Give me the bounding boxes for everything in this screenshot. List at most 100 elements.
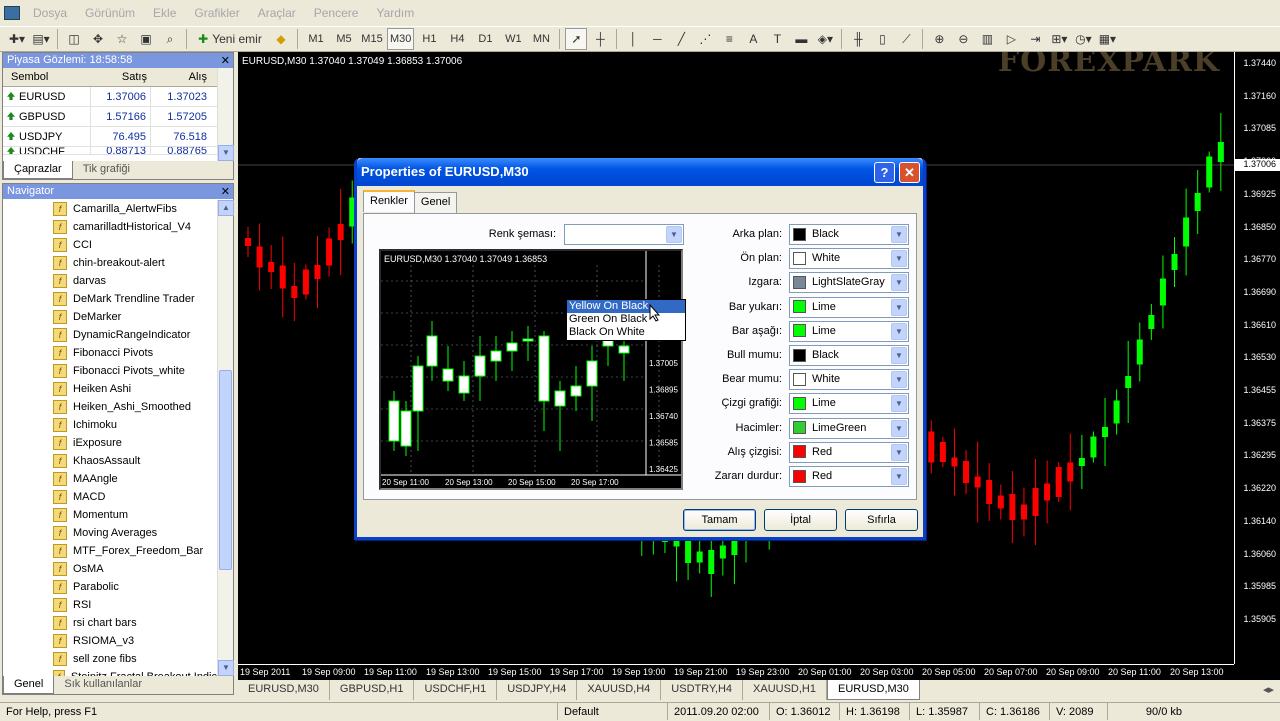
table-row[interactable]: USDJPY 76.495 76.518 xyxy=(3,127,233,147)
chart-tab[interactable]: EURUSD,M30 xyxy=(238,680,330,700)
navigator-item[interactable]: f Ichimoku xyxy=(3,416,217,434)
tf-mn[interactable]: MN xyxy=(528,28,554,50)
navigator-item[interactable]: f chin-breakout-alert xyxy=(3,254,217,272)
chevron-down-icon[interactable]: ▼ xyxy=(891,371,907,389)
chevron-down-icon[interactable]: ▼ xyxy=(891,298,907,316)
navigator-item[interactable]: f rsi chart bars xyxy=(3,614,217,632)
line-chart-icon[interactable]: ⟋ xyxy=(895,28,917,50)
col-ask[interactable]: Alış xyxy=(151,68,211,86)
dialog-title-bar[interactable]: Properties of EURUSD,M30 ? ✕ xyxy=(357,158,923,186)
navigator-close-icon[interactable]: ✕ xyxy=(221,185,230,198)
tf-d1[interactable]: D1 xyxy=(472,28,498,50)
chart-tab[interactable]: GBPUSD,H1 xyxy=(330,680,415,700)
menu-view[interactable]: Görünüm xyxy=(76,6,144,20)
color-select[interactable]: Lime ▼ xyxy=(789,320,909,342)
chevron-down-icon[interactable]: ▼ xyxy=(891,468,907,485)
zoom-in-icon[interactable]: ⊕ xyxy=(928,28,950,50)
market-watch-icon[interactable]: ◫ xyxy=(63,28,85,50)
chevron-down-icon[interactable]: ▼ xyxy=(891,226,907,243)
tab-common[interactable]: Genel xyxy=(413,192,458,214)
cancel-button[interactable]: İptal xyxy=(764,509,837,531)
color-select[interactable]: Black ▼ xyxy=(789,345,909,366)
close-icon[interactable]: ✕ xyxy=(899,162,920,183)
shapes-icon[interactable]: ◈▾ xyxy=(814,28,836,50)
table-row[interactable]: USDCHF 0.88713 0.88765 xyxy=(3,147,233,155)
navigator-item[interactable]: f camarilladtHistorical_V4 xyxy=(3,218,217,236)
navigator-item[interactable]: f MACD xyxy=(3,488,217,506)
terminal-icon[interactable]: ▣ xyxy=(135,28,157,50)
tile-windows-icon[interactable]: ▥ xyxy=(976,28,998,50)
tab-tick-chart[interactable]: Tik grafiği xyxy=(73,161,140,179)
col-bid[interactable]: Satış xyxy=(91,68,151,86)
table-row[interactable]: GBPUSD 1.57166 1.57205 xyxy=(3,107,233,127)
color-select[interactable]: LightSlateGray ▼ xyxy=(789,272,909,294)
new-order-button[interactable]: ✚ Yeni emir xyxy=(192,28,268,50)
navigator-item[interactable]: f Heiken_Ashi_Smoothed xyxy=(3,398,217,416)
tf-m15[interactable]: M15 xyxy=(359,28,385,50)
chevron-down-icon[interactable]: ▼ xyxy=(666,226,682,243)
option-yellow-on-black[interactable]: Yellow On Black xyxy=(567,300,685,313)
data-window-icon[interactable]: ✥ xyxy=(87,28,109,50)
scroll-down-icon[interactable]: ▼ xyxy=(218,145,234,161)
auto-scroll-icon[interactable]: ▷ xyxy=(1000,28,1022,50)
market-watch-scrollbar[interactable]: ▼ xyxy=(217,68,234,161)
candle-chart-icon[interactable]: ▯ xyxy=(871,28,893,50)
periods-icon[interactable]: ◷▾ xyxy=(1072,28,1094,50)
navigator-item[interactable]: f darvas xyxy=(3,272,217,290)
templates-icon[interactable]: ▦▾ xyxy=(1096,28,1118,50)
channel-icon[interactable]: ⋰ xyxy=(694,28,716,50)
table-row[interactable]: EURUSD 1.37006 1.37023 xyxy=(3,87,233,107)
menu-help[interactable]: Yardım xyxy=(367,6,423,20)
scroll-thumb[interactable] xyxy=(219,370,232,570)
tester-icon[interactable]: ⌕ xyxy=(159,28,181,50)
tab-crosses[interactable]: Çaprazlar xyxy=(3,161,73,179)
navigator-item[interactable]: f KhaosAssault xyxy=(3,452,217,470)
tf-m1[interactable]: M1 xyxy=(303,28,329,50)
tf-w1[interactable]: W1 xyxy=(500,28,526,50)
text-label-icon[interactable]: T xyxy=(766,28,788,50)
indicators-icon[interactable]: ⊞▾ xyxy=(1048,28,1070,50)
navigator-item[interactable]: f Parabolic xyxy=(3,578,217,596)
color-select[interactable]: White ▼ xyxy=(789,248,909,270)
tf-h1[interactable]: H1 xyxy=(416,28,442,50)
crosshair-icon[interactable]: ┼ xyxy=(589,28,611,50)
navigator-item[interactable]: f Camarilla_AlertwFibs xyxy=(3,200,217,218)
menu-window[interactable]: Pencere xyxy=(305,6,368,20)
color-select[interactable]: Lime ▼ xyxy=(789,393,909,415)
navigator-item[interactable]: f MAAngle xyxy=(3,470,217,488)
chart-tab[interactable]: XAUUSD,H1 xyxy=(743,680,827,700)
help-icon[interactable]: ? xyxy=(874,162,895,183)
tf-m5[interactable]: M5 xyxy=(331,28,357,50)
fibo-icon[interactable]: ≡ xyxy=(718,28,740,50)
navigator-item[interactable]: f DynamicRangeIndicator xyxy=(3,326,217,344)
chart-tab[interactable]: USDJPY,H4 xyxy=(497,680,578,700)
navigator-item[interactable]: f DeMark Trendline Trader xyxy=(3,290,217,308)
chevron-down-icon[interactable]: ▼ xyxy=(891,250,907,268)
color-select[interactable]: LimeGreen ▼ xyxy=(789,417,909,439)
navigator-item[interactable]: f iExposure xyxy=(3,434,217,452)
new-chart-icon[interactable]: ✚▾ xyxy=(6,28,28,50)
scroll-up-icon[interactable]: ▲ xyxy=(218,200,234,216)
chart-shift-icon[interactable]: ⇥ xyxy=(1024,28,1046,50)
navigator-scrollbar[interactable]: ▲ ▼ xyxy=(217,200,234,676)
market-watch-close-icon[interactable]: ✕ xyxy=(221,54,230,67)
arrows-icon[interactable]: ▬ xyxy=(790,28,812,50)
profiles-icon[interactable]: ▤▾ xyxy=(30,28,52,50)
chart-tab-active[interactable]: EURUSD,M30 xyxy=(827,680,920,700)
menu-charts[interactable]: Grafikler xyxy=(185,6,248,20)
color-select[interactable]: Lime ▼ xyxy=(789,296,909,318)
navigator-item[interactable]: f OsMA xyxy=(3,560,217,578)
chart-tab[interactable]: USDCHF,H1 xyxy=(414,680,498,700)
menu-insert[interactable]: Ekle xyxy=(144,6,185,20)
navigator-item[interactable]: f CCI xyxy=(3,236,217,254)
color-select[interactable]: Black ▼ xyxy=(789,224,909,245)
chevron-down-icon[interactable]: ▼ xyxy=(891,322,907,340)
navigator-item[interactable]: f sell zone fibs xyxy=(3,650,217,668)
scroll-down-icon[interactable]: ▼ xyxy=(218,660,234,676)
chevron-down-icon[interactable]: ▼ xyxy=(891,274,907,292)
tab-colors[interactable]: Renkler xyxy=(363,190,415,212)
chevron-down-icon[interactable]: ▼ xyxy=(891,419,907,437)
tf-h4[interactable]: H4 xyxy=(444,28,470,50)
tab-favorites[interactable]: Sık kullanılanlar xyxy=(54,676,152,694)
ok-button[interactable]: Tamam xyxy=(683,509,756,531)
